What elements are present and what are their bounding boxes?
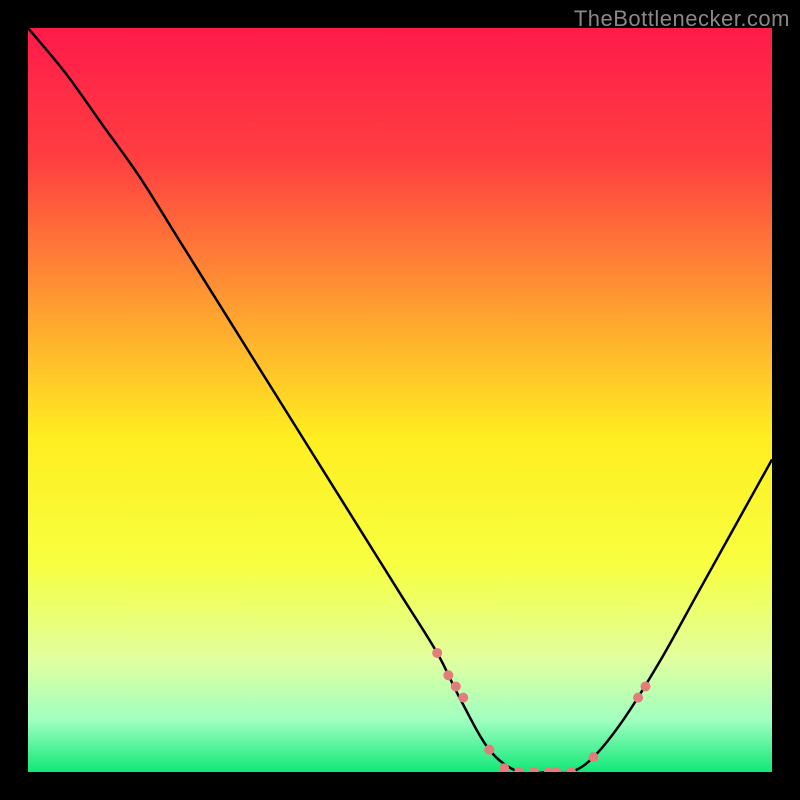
- chart-svg: [28, 28, 772, 772]
- plot-area: [28, 28, 772, 772]
- highlight-marker: [588, 752, 598, 762]
- highlight-marker: [484, 745, 494, 755]
- highlight-marker: [641, 681, 651, 691]
- watermark: TheBottlenecker.com: [574, 6, 790, 32]
- highlight-marker: [443, 670, 453, 680]
- highlight-marker: [458, 693, 468, 703]
- highlight-marker: [633, 693, 643, 703]
- highlight-marker: [432, 648, 442, 658]
- chart-container: TheBottlenecker.com: [0, 0, 800, 800]
- highlight-marker: [451, 681, 461, 691]
